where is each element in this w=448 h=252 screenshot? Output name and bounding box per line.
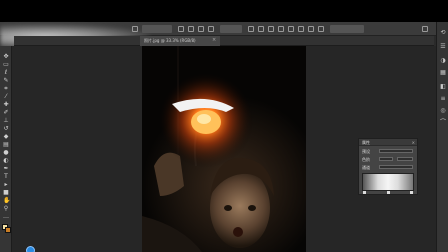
- white-point-slider[interactable]: [410, 191, 413, 194]
- option-icon[interactable]: [258, 26, 264, 32]
- properties-panel[interactable]: 属性 × 预设 色阶 通道: [358, 138, 418, 195]
- zoom-icon[interactable]: ⚲: [3, 206, 9, 212]
- eraser-icon[interactable]: ◆: [3, 134, 9, 140]
- close-icon[interactable]: ×: [412, 140, 415, 145]
- panel-header[interactable]: 属性 ×: [359, 139, 417, 146]
- option-icon[interactable]: [178, 26, 184, 32]
- option-icon[interactable]: [198, 26, 204, 32]
- adjustments-icon[interactable]: ◧: [440, 84, 446, 90]
- option-field[interactable]: [142, 25, 172, 33]
- lasso-icon[interactable]: ℓ: [3, 70, 9, 76]
- option-icon[interactable]: [188, 26, 194, 32]
- option-icon[interactable]: [132, 26, 138, 32]
- layers-icon[interactable]: ≡: [440, 96, 446, 102]
- document-tab-bar: [14, 36, 434, 46]
- status-indicator-icon[interactable]: [26, 246, 35, 252]
- more-icon[interactable]: …: [3, 214, 9, 220]
- history-brush-icon[interactable]: ↺: [3, 126, 9, 132]
- option-icon[interactable]: [298, 26, 304, 32]
- option-icon[interactable]: [288, 26, 294, 32]
- photo-image: [142, 46, 306, 252]
- preset-label: 预设: [362, 149, 370, 154]
- gradient-icon[interactable]: ▤: [3, 142, 9, 148]
- document-canvas[interactable]: [142, 46, 306, 252]
- levels-field[interactable]: [379, 157, 393, 161]
- preset-select[interactable]: [379, 149, 413, 153]
- option-field[interactable]: [220, 25, 242, 33]
- move-icon[interactable]: ✥: [3, 54, 9, 60]
- quick-select-icon[interactable]: ✎: [3, 78, 9, 84]
- top-black-strip: [0, 0, 448, 22]
- type-icon[interactable]: T: [3, 174, 9, 180]
- option-icon[interactable]: [208, 26, 214, 32]
- pen-icon[interactable]: ✒: [3, 166, 9, 172]
- crop-icon[interactable]: ⌗: [3, 86, 9, 92]
- panel-dock: ⟲ ☰ ◑ ▦ ◧ ≡ ◎ ⌒: [436, 22, 448, 252]
- levels-label: 色阶: [362, 157, 370, 162]
- swatches-icon[interactable]: ▦: [440, 70, 446, 76]
- stamp-icon[interactable]: ⊥: [3, 118, 9, 124]
- path-select-icon[interactable]: ▸: [3, 182, 9, 188]
- paths-icon[interactable]: ⌒: [440, 120, 446, 126]
- channels-icon[interactable]: ◎: [440, 108, 446, 114]
- option-icon[interactable]: [318, 26, 324, 32]
- option-field[interactable]: [330, 25, 364, 33]
- history-icon[interactable]: ⟲: [440, 30, 446, 36]
- eyedropper-icon[interactable]: ⁄: [3, 94, 9, 100]
- search-icon[interactable]: [422, 26, 428, 32]
- shape-icon[interactable]: ■: [3, 190, 9, 196]
- option-icon[interactable]: [278, 26, 284, 32]
- blur-icon[interactable]: ●: [3, 150, 9, 156]
- tools-panel: ✥ ▭ ℓ ✎ ⌗ ⁄ ✚ ✐ ⊥ ↺ ◆ ▤ ● ◐ ✒ T ▸ ■ ✋ ⚲ …: [0, 46, 12, 252]
- marquee-icon[interactable]: ▭: [3, 62, 9, 68]
- properties-icon[interactable]: ☰: [440, 44, 446, 50]
- option-icon[interactable]: [308, 26, 314, 32]
- tab-close-icon[interactable]: ×: [212, 38, 217, 43]
- heal-icon[interactable]: ✚: [3, 102, 9, 108]
- levels-field[interactable]: [397, 157, 413, 161]
- option-icon[interactable]: [248, 26, 254, 32]
- channel-label: 通道: [362, 165, 370, 170]
- option-icon[interactable]: [268, 26, 274, 32]
- panel-title: 属性: [362, 140, 370, 145]
- color-icon[interactable]: ◑: [440, 58, 446, 64]
- black-point-slider[interactable]: [363, 191, 366, 194]
- brush-icon[interactable]: ✐: [3, 110, 9, 116]
- gradient-histogram[interactable]: [362, 173, 414, 191]
- hand-icon[interactable]: ✋: [3, 198, 10, 204]
- document-tab-label: 照片.jpg @ 33.3% (RGB/8): [144, 38, 196, 43]
- dodge-icon[interactable]: ◐: [3, 158, 9, 164]
- channel-select[interactable]: [379, 165, 413, 169]
- background-color-swatch[interactable]: [5, 227, 11, 233]
- midtone-slider[interactable]: [387, 191, 390, 194]
